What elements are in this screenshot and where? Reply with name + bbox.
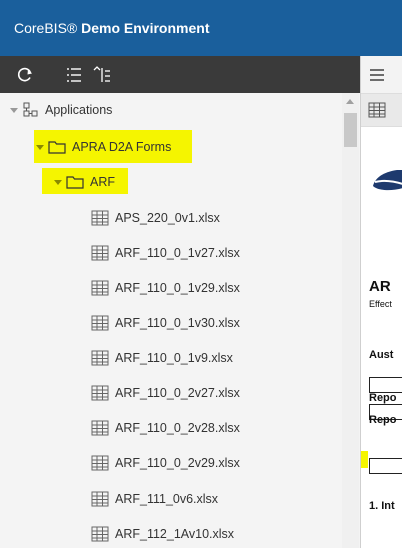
- tree-panel: Applications APRA D2A Forms ARF APS_220_…: [0, 93, 360, 548]
- tree-node-file[interactable]: ARF_110_0_1v29.xlsx: [91, 277, 240, 299]
- scrollbar-thumb[interactable]: [344, 113, 357, 147]
- tree-node-file[interactable]: ARF_110_0_1v30.xlsx: [91, 312, 240, 334]
- tree-label: ARF_110_0_1v27.xlsx: [115, 246, 240, 260]
- preview-tab-bar: [361, 94, 402, 127]
- tree-toolbar: [0, 56, 360, 93]
- highlight-marker: [361, 451, 368, 468]
- preview-effective-text: Effect: [369, 299, 392, 309]
- tree-node-applications[interactable]: Applications: [10, 99, 112, 121]
- preview-field-box: [369, 377, 402, 393]
- spreadsheet-icon: [91, 420, 109, 436]
- tree-node-apra-d2a-forms[interactable]: APRA D2A Forms: [36, 136, 171, 158]
- tree-label: APRA D2A Forms: [72, 140, 172, 154]
- logo-partial-icon: [373, 170, 402, 191]
- preview-repo-label-2: Repo: [369, 414, 397, 426]
- tree-node-file[interactable]: ARF_110_0_2v28.xlsx: [91, 417, 240, 439]
- preview-aust-label: Aust: [369, 349, 394, 361]
- app-title-main: Demo Environment: [81, 20, 210, 36]
- folder-icon: [48, 141, 66, 154]
- tree-label: ARF: [90, 175, 115, 189]
- spreadsheet-icon: [91, 280, 109, 296]
- tree-node-file[interactable]: ARF_110_0_2v27.xlsx: [91, 382, 240, 404]
- caret-down-icon[interactable]: [36, 143, 44, 151]
- app-title: CoreBIS® Demo Environment: [14, 20, 209, 36]
- preview-field-box: [369, 458, 402, 474]
- tree-label: Applications: [45, 103, 113, 117]
- spreadsheet-icon: [91, 245, 109, 261]
- tree-label: ARF_110_0_2v27.xlsx: [115, 386, 240, 400]
- tree-node-file[interactable]: ARF_112_1Av10.xlsx: [91, 523, 234, 545]
- tree-label: ARF_110_0_2v28.xlsx: [115, 421, 240, 435]
- folder-icon: [66, 176, 84, 189]
- app-title-prefix: CoreBIS®: [14, 20, 78, 36]
- preview-heading: AR: [369, 278, 391, 295]
- spreadsheet-icon: [91, 526, 109, 542]
- tree-scrollbar[interactable]: [342, 93, 359, 548]
- spreadsheet-icon: [91, 455, 109, 471]
- preview-toolbar: [361, 56, 402, 94]
- spreadsheet-icon: [91, 491, 109, 507]
- tree-node-file[interactable]: APS_220_0v1.xlsx: [91, 207, 220, 229]
- tree-label: ARF_110_0_2v29.xlsx: [115, 456, 240, 470]
- tree-label: APS_220_0v1.xlsx: [115, 211, 220, 225]
- tree-node-arf[interactable]: ARF: [54, 171, 115, 193]
- document-preview-pane: AR Effect Aust Repo Repo 1. Int: [360, 56, 402, 548]
- menu-icon[interactable]: [369, 68, 385, 82]
- tree-label: ARF_111_0v6.xlsx: [115, 492, 219, 506]
- collapse-all-icon[interactable]: [92, 65, 112, 85]
- caret-down-icon[interactable]: [10, 106, 18, 114]
- tree-node-file[interactable]: ARF_110_0_2v29.xlsx: [91, 452, 240, 474]
- tree-node-file[interactable]: ARF_110_0_1v9.xlsx: [91, 347, 233, 369]
- spreadsheet-icon: [91, 210, 109, 226]
- preview-section-heading: 1. Int: [369, 500, 395, 512]
- hierarchy-icon: [23, 102, 38, 117]
- tree-label: ARF_110_0_1v30.xlsx: [115, 316, 240, 330]
- caret-down-icon[interactable]: [54, 178, 62, 186]
- tree-node-file[interactable]: ARF_110_0_1v27.xlsx: [91, 242, 240, 264]
- tree-label: ARF_112_1Av10.xlsx: [115, 527, 235, 541]
- tree-label: ARF_110_0_1v29.xlsx: [115, 281, 240, 295]
- tree-node-file[interactable]: ARF_111_0v6.xlsx: [91, 488, 218, 510]
- title-bar: CoreBIS® Demo Environment: [0, 0, 402, 56]
- preview-repo-label-1: Repo: [369, 392, 397, 404]
- spreadsheet-icon: [91, 385, 109, 401]
- scroll-up-arrow-icon[interactable]: [346, 99, 354, 104]
- tree-label: ARF_110_0_1v9.xlsx: [115, 351, 233, 365]
- expand-all-icon[interactable]: [64, 65, 84, 85]
- spreadsheet-icon: [91, 315, 109, 331]
- refresh-icon[interactable]: [15, 65, 35, 85]
- spreadsheet-icon[interactable]: [368, 102, 386, 118]
- spreadsheet-icon: [91, 350, 109, 366]
